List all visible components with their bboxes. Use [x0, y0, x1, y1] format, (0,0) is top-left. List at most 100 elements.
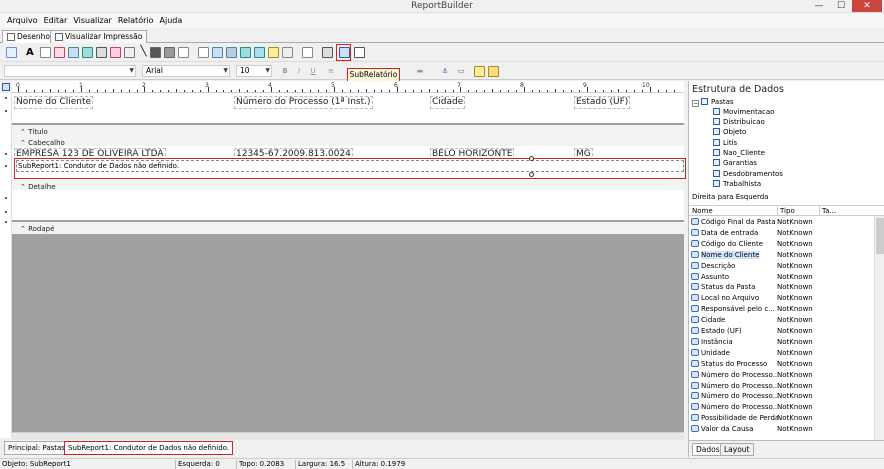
- tree-item-garantias[interactable]: Garantias: [713, 159, 757, 168]
- field-row[interactable]: Número do Processo... NotKnown: [691, 391, 875, 402]
- dbbarcode-tool-icon[interactable]: [268, 47, 279, 58]
- subreport-component[interactable]: SubReport1: Condutor de Dados não defini…: [14, 156, 686, 179]
- shape-tool-icon[interactable]: [110, 47, 121, 58]
- field-row[interactable]: Estado (UF) NotKnown: [691, 326, 875, 337]
- field-row[interactable]: Instância NotKnown: [691, 337, 875, 348]
- tab-subreport[interactable]: SubReport1: Condutor de Dados não defini…: [64, 441, 234, 455]
- tree-root-pastas[interactable]: − Pastas: [692, 98, 734, 107]
- header-field-process-number[interactable]: Número do Processo (1ª Inst.): [234, 96, 373, 109]
- 2d-barcode-tool-icon[interactable]: [164, 47, 175, 58]
- tree-item-desdobramentos[interactable]: Desdobramentos: [713, 170, 783, 179]
- crosstab-tool-icon[interactable]: [322, 47, 333, 58]
- field-row[interactable]: Descrição NotKnown: [691, 261, 875, 272]
- dbrichtext-tool-icon[interactable]: [226, 47, 237, 58]
- memo-tool-icon[interactable]: [40, 47, 51, 58]
- field-row[interactable]: Número do Processo... NotKnown: [691, 402, 875, 413]
- underline-button[interactable]: U: [308, 66, 318, 76]
- dbmemo-tool-icon[interactable]: [212, 47, 223, 58]
- field-row[interactable]: Valor da Causa NotKnown: [691, 424, 875, 435]
- scrollbar-thumb[interactable]: [876, 218, 884, 254]
- field-row[interactable]: Número do Processo... NotKnown: [691, 370, 875, 381]
- checkbox-tool-icon[interactable]: [178, 47, 189, 58]
- field-row[interactable]: Código Final da Pasta NotKnown: [691, 217, 875, 228]
- detail-band[interactable]: [12, 190, 684, 220]
- chevron-down-icon: ▼: [265, 67, 270, 74]
- ruler-tick: [223, 90, 225, 92]
- header-field-client-name[interactable]: Nome do Cliente: [14, 96, 94, 109]
- menu-visualizar[interactable]: Visualizar: [70, 13, 115, 28]
- field-row[interactable]: Data de entrada NotKnown: [691, 228, 875, 239]
- field-row[interactable]: Assunto NotKnown: [691, 272, 875, 283]
- field-row[interactable]: Cidade NotKnown: [691, 315, 875, 326]
- tree-item-litis[interactable]: Litis: [713, 139, 737, 148]
- collapse-icon[interactable]: −: [692, 100, 699, 107]
- label-tool-icon[interactable]: A: [26, 47, 37, 58]
- minimize-button[interactable]: —: [808, 0, 830, 12]
- tab-layout[interactable]: Layout: [720, 443, 754, 456]
- column-type-header[interactable]: Tipo: [777, 206, 795, 216]
- border-icon[interactable]: ▭: [456, 66, 466, 76]
- field-row[interactable]: Número do Processo... NotKnown: [691, 381, 875, 392]
- dbcheckbox-tool-icon[interactable]: [282, 47, 293, 58]
- richtext-tool-icon[interactable]: [54, 47, 65, 58]
- field-row[interactable]: Status do Processo NotKnown: [691, 359, 875, 370]
- font-size-combo[interactable]: 10 ▼: [236, 65, 272, 77]
- menu-arquivo[interactable]: Arquivo: [4, 13, 41, 28]
- dbtext-tool-icon[interactable]: [198, 47, 209, 58]
- send-to-back-icon[interactable]: [488, 66, 499, 77]
- header-field-city[interactable]: Cidade: [430, 96, 466, 109]
- bold-button[interactable]: B: [280, 66, 290, 76]
- resize-handle[interactable]: [529, 172, 534, 177]
- anchor-icon[interactable]: ⚓: [440, 66, 450, 76]
- select-pointer-icon[interactable]: [6, 47, 17, 58]
- line-tool-icon[interactable]: ╲: [138, 47, 149, 58]
- field-row[interactable]: Responsável pelo c... NotKnown: [691, 304, 875, 315]
- field-row[interactable]: Status da Pasta NotKnown: [691, 282, 875, 293]
- close-button[interactable]: ✕: [852, 0, 882, 12]
- dbcalc-tool-icon[interactable]: [240, 47, 251, 58]
- header-field-state[interactable]: Estado (UF): [574, 96, 631, 109]
- tree-item-movimentacao[interactable]: Movimentacao: [713, 108, 774, 117]
- field-row[interactable]: Possibilidade de Perda NotKnown: [691, 413, 875, 424]
- column-name-header[interactable]: Nome: [692, 206, 713, 216]
- field-row[interactable]: Local no Arquivo NotKnown: [691, 293, 875, 304]
- bring-to-front-icon[interactable]: [474, 66, 485, 77]
- tree-item-nao-cliente[interactable]: Nao_Cliente: [713, 149, 765, 158]
- horizontal-scrollbar[interactable]: [12, 432, 684, 440]
- ruler-tick: [420, 90, 422, 92]
- tab-main-report[interactable]: Principal: Pastas: [4, 441, 69, 455]
- tab-design[interactable]: Desenho: [2, 30, 56, 43]
- style-combo[interactable]: ▼: [4, 65, 136, 77]
- field-name: Código do Cliente: [701, 239, 764, 248]
- field-row[interactable]: Unidade NotKnown: [691, 348, 875, 359]
- variable-tool-icon[interactable]: [82, 47, 93, 58]
- menu-ajuda[interactable]: Ajuda: [157, 13, 186, 28]
- image-tool-icon[interactable]: [96, 47, 107, 58]
- tree-item-objeto[interactable]: Objeto: [713, 128, 746, 137]
- tree-item-distribuicao[interactable]: Distribuicao: [713, 118, 765, 127]
- italic-button[interactable]: I: [294, 66, 304, 76]
- tab-preview[interactable]: Visualizar Impressão: [50, 30, 148, 43]
- tree-item-trabalhista[interactable]: Trabalhista: [713, 180, 761, 189]
- sysvar-tool-icon[interactable]: [68, 47, 79, 58]
- align-left-icon[interactable]: ≡: [326, 66, 336, 76]
- font-name-combo[interactable]: Arial ▼: [142, 65, 230, 77]
- column-size-header[interactable]: Ta...: [819, 206, 836, 216]
- resize-handle[interactable]: [529, 156, 534, 161]
- page-break-tool-icon[interactable]: [354, 47, 365, 58]
- region-tool-icon[interactable]: [124, 47, 135, 58]
- field-row[interactable]: Código do Cliente NotKnown: [691, 239, 875, 250]
- fields-vertical-scrollbar[interactable]: [874, 216, 884, 440]
- menu-relatorio[interactable]: Relatório: [115, 13, 157, 28]
- tab-dados[interactable]: Dados: [692, 443, 724, 456]
- barcode-tool-icon[interactable]: [150, 47, 161, 58]
- field-type: NotKnown: [777, 261, 813, 270]
- dbimage-tool-icon[interactable]: [254, 47, 265, 58]
- maximize-button[interactable]: ☐: [830, 0, 852, 12]
- footer-band-separator[interactable]: [12, 222, 684, 234]
- font-color-icon[interactable]: ▬: [415, 66, 425, 76]
- field-row[interactable]: Nome do Cliente NotKnown: [691, 250, 875, 261]
- title-band[interactable]: Nome do Cliente Número do Processo (1ª I…: [12, 93, 684, 123]
- menu-editar[interactable]: Editar: [41, 13, 71, 28]
- region-icon[interactable]: [302, 47, 313, 58]
